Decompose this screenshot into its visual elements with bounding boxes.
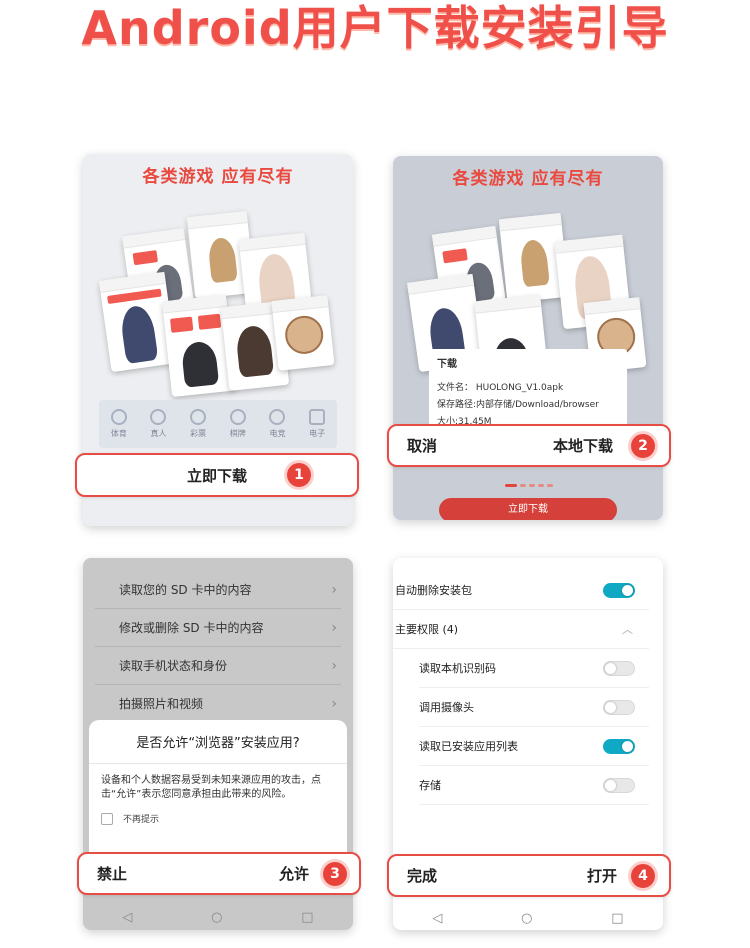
auto-delete-row: 自动删除安装包 [393,571,649,610]
cards-icon [229,409,246,425]
step-number-badge: 3 [323,862,347,886]
local-download-button[interactable]: 本地下载 [553,435,613,456]
permission-toggle-row: 读取本机识别码 [419,649,649,688]
permission-toggle[interactable] [603,778,635,793]
chevron-right-icon: › [331,582,337,598]
category-live: 真人 [150,409,167,439]
step2-dialog-actions: 取消 本地下载 2 [387,424,671,467]
promo-banner-text: 各类游戏 应有尽有 [142,167,294,187]
app-screens-collage [98,211,335,398]
trophy-icon [110,409,127,425]
carousel-dots [505,484,553,487]
recent-apps-icon[interactable]: □ [611,911,623,926]
step4-install-actions: 完成 打开 4 [387,854,671,897]
system-nav-bar: ◁ ○ □ [393,903,663,930]
permission-toggle-row: 存储 [419,766,649,805]
permission-toggle[interactable] [603,661,635,676]
back-icon[interactable]: ◁ [432,911,442,926]
system-nav-bar: ◁ ○ □ [83,902,353,930]
download-now-button-bg[interactable]: 立即下载 [439,498,617,520]
permission-toggle-row: 读取已安装应用列表 [419,727,649,766]
permission-toggle[interactable] [603,700,635,715]
checkbox[interactable] [101,812,113,825]
permission-row[interactable]: 拍摄照片和视频 › [95,685,341,723]
back-icon[interactable]: ◁ [122,910,132,925]
permission-row[interactable]: 读取手机状态和身份 › [95,647,341,685]
category-sports: 体育 [110,409,127,439]
lottery-wheel-icon [190,409,207,425]
slot-machine-icon [309,409,326,425]
category-slots: 电子 [309,409,326,439]
recent-apps-icon[interactable]: □ [301,910,313,925]
sheet-warning-text: 设备和个人数据容易受到未知来源应用的攻击，点击“允许”表示您同意承担由此带来的风… [101,775,321,800]
category-esports: 电竞 [269,409,286,439]
step-number-badge: 2 [631,434,655,458]
allow-button[interactable]: 允许 [279,863,309,884]
permission-row[interactable]: 修改或删除 SD 卡中的内容 › [95,609,341,647]
file-name: 文件名： HUOLONG_V1.0apk [437,383,564,393]
home-icon[interactable]: ○ [521,911,532,926]
chevron-right-icon: › [331,658,337,674]
dont-show-again[interactable]: 不再提示 [89,802,347,825]
save-path: 保存路径:内部存储/Download/browser [437,400,599,410]
chip-icon [150,409,167,425]
main-permissions-header[interactable]: 主要权限 (4) ︿ [393,610,649,649]
done-button[interactable]: 完成 [407,865,437,886]
chevron-right-icon: › [331,620,337,636]
promo-banner-text: 各类游戏 应有尽有 [452,169,604,189]
open-button[interactable]: 打开 [587,865,617,886]
chevron-right-icon: › [331,696,337,712]
auto-delete-toggle[interactable] [603,583,635,598]
deny-button[interactable]: 禁止 [97,863,127,884]
mouse-icon [269,409,286,425]
step3-sheet-actions: 禁止 允许 3 [77,852,361,895]
step-number-badge: 4 [631,864,655,888]
download-now-label: 立即下载 [186,466,247,485]
category-lottery: 彩票 [190,409,207,439]
permission-toggle[interactable] [603,739,635,754]
dialog-title: 下载 [437,359,457,370]
step-number-badge: 1 [287,463,311,487]
category-bar: 体育 真人 彩票 棋牌 电竞 电子 [99,400,337,448]
permission-toggle-row: 调用摄像头 [419,688,649,727]
sheet-question: 是否允许“浏览器”安装应用? [136,736,300,751]
step1-download-button[interactable]: 立即下载 1 [75,453,359,497]
chevron-up-icon: ︿ [622,623,633,636]
home-icon[interactable]: ○ [211,910,222,925]
page-title: Android用户下载安装引导 [81,1,669,55]
permission-row[interactable]: 读取您的 SD 卡中的内容 › [95,571,341,609]
category-cards: 棋牌 [229,409,246,439]
download-dialog: 下载 文件名： HUOLONG_V1.0apk 保存路径:内部存储/Downlo… [429,349,627,429]
cancel-button[interactable]: 取消 [407,435,437,456]
